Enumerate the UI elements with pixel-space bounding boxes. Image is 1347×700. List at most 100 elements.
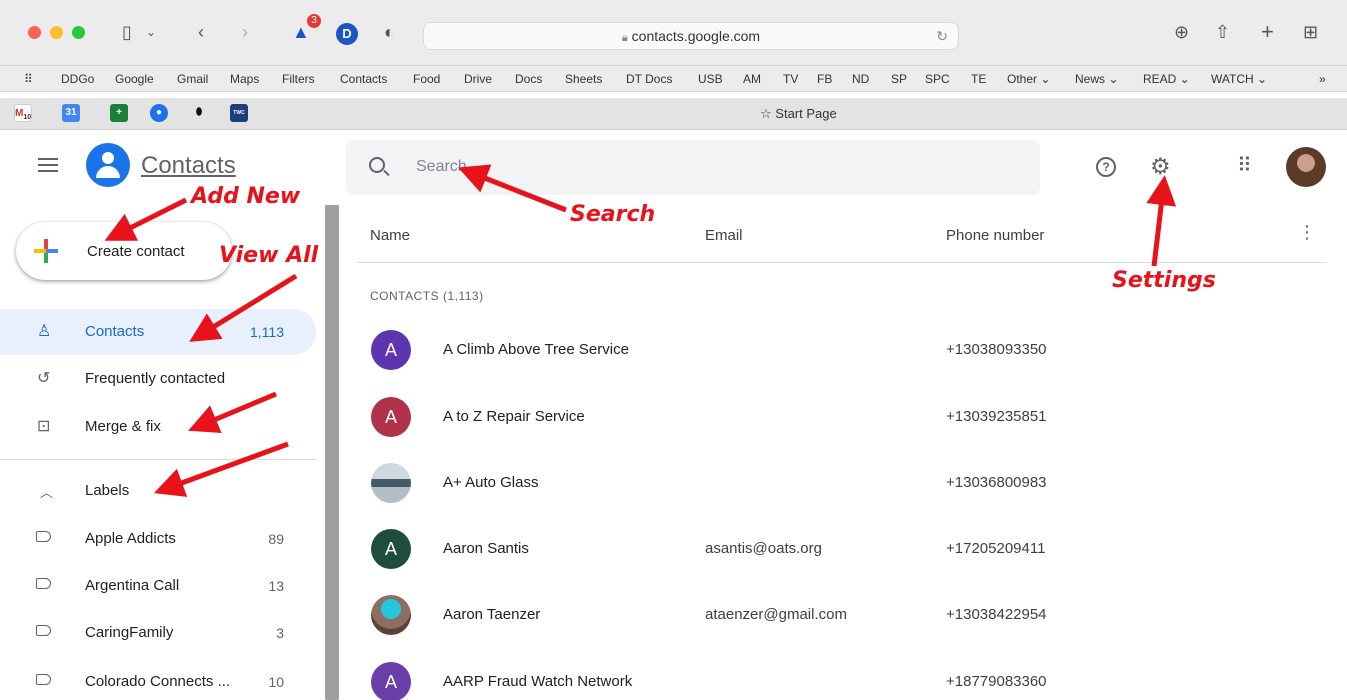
section-title: CONTACTS (1,113) <box>370 289 484 303</box>
bookmark-item[interactable]: Filters <box>282 72 315 86</box>
tab-start-page[interactable]: ☆ Start Page <box>760 106 837 122</box>
bookmark-item[interactable]: News ⌄ <box>1075 72 1118 86</box>
bookmark-item[interactable]: Google <box>115 72 154 86</box>
bookmark-item[interactable]: Drive <box>464 72 492 86</box>
pinned-tab-drop[interactable]: ⬮ <box>190 104 208 122</box>
extension-warning-icon[interactable]: ▲ <box>292 22 310 42</box>
bookmark-item[interactable]: Contacts <box>340 72 387 86</box>
new-tab-icon[interactable]: + <box>1261 21 1274 43</box>
forward-icon[interactable]: › <box>242 22 248 42</box>
bookmark-item[interactable]: Gmail <box>177 72 208 86</box>
bookmark-item[interactable]: Docs <box>515 72 542 86</box>
tab-overview-icon[interactable]: ⊞ <box>1303 22 1318 42</box>
labels-toggle[interactable]: ︿ Labels <box>0 468 316 514</box>
sidebar-item-label: Colorado Connects ... <box>85 673 231 690</box>
download-icon[interactable]: ⊕ <box>1174 22 1189 42</box>
app-title[interactable]: Contacts <box>141 152 236 180</box>
close-window-button[interactable] <box>28 26 41 39</box>
apps-grid-icon[interactable]: ⠿ <box>1237 153 1252 178</box>
bookmark-item[interactable]: TE <box>971 72 986 86</box>
sidebar-item-frequently-contacted[interactable]: ↺ Frequently contacted <box>0 356 316 402</box>
bookmark-item[interactable]: Sheets <box>565 72 602 86</box>
bookmark-item[interactable]: ND <box>852 72 869 86</box>
labels-heading: Labels <box>85 482 130 499</box>
minimize-window-button[interactable] <box>50 26 63 39</box>
bookmark-item[interactable]: AM <box>743 72 761 86</box>
back-icon[interactable]: ‹ <box>198 22 204 42</box>
contact-name: Aaron Santis <box>443 540 529 557</box>
bookmarks-overflow-icon[interactable]: » <box>1319 72 1326 86</box>
contact-phone: +13039235851 <box>946 408 1047 425</box>
profile-avatar-icon[interactable]: D <box>336 23 358 45</box>
sidebar-label-item[interactable]: Colorado Connects ... 10 <box>0 659 316 700</box>
table-row[interactable]: A A to Z Repair Service +13039235851 <box>357 384 1327 450</box>
search-box[interactable] <box>346 140 1040 195</box>
bookmark-item[interactable]: Food <box>413 72 440 86</box>
contact-avatar: A <box>371 662 411 700</box>
sidebar-item-count: 3 <box>276 625 284 641</box>
search-input[interactable] <box>416 158 1016 176</box>
pinned-tab-calendar[interactable]: 31 <box>62 104 80 122</box>
zoom-window-button[interactable] <box>72 26 85 39</box>
column-header-email: Email <box>705 227 743 244</box>
column-header-name: Name <box>370 227 411 244</box>
contact-avatar: A <box>371 397 411 437</box>
contact-email: asantis@oats.org <box>705 540 822 557</box>
contact-photo <box>371 595 411 635</box>
lock-icon: 🔒︎ <box>621 32 628 44</box>
pinned-tab-contacts[interactable]: ● <box>150 104 168 122</box>
tab-bar: M10 31 + ● ⬮ TWC <box>0 98 1347 130</box>
bookmark-item[interactable]: Maps <box>230 72 259 86</box>
bookmark-item[interactable]: READ ⌄ <box>1143 72 1190 86</box>
bookmark-item[interactable]: WATCH ⌄ <box>1211 72 1267 86</box>
bookmark-item[interactable]: SPC <box>925 72 950 86</box>
contact-name: Aaron Taenzer <box>443 606 541 623</box>
account-avatar[interactable] <box>1286 147 1326 187</box>
bookmark-item[interactable]: DDGo <box>61 72 94 86</box>
more-options-icon[interactable]: ⋮ <box>1298 222 1316 243</box>
contact-email: ataenzer@gmail.com <box>705 606 847 623</box>
bookmark-item[interactable]: USB <box>698 72 723 86</box>
pinned-tab-sheets[interactable]: + <box>110 104 128 122</box>
bookmark-item[interactable]: FB <box>817 72 832 86</box>
table-row[interactable]: A+ Auto Glass +13036800983 <box>357 450 1327 516</box>
chevron-down-icon[interactable]: ⌄ <box>146 22 156 42</box>
bookmarks-grid-icon[interactable]: ⠿ <box>24 72 33 86</box>
table-row[interactable]: Aaron Taenzer ataenzer@gmail.com +130384… <box>357 582 1327 648</box>
bookmark-item[interactable]: SP <box>891 72 907 86</box>
share-icon[interactable]: ⇧ <box>1215 22 1230 42</box>
table-row[interactable]: A AARP Fraud Watch Network +18779083360 <box>357 649 1327 700</box>
table-row[interactable]: A A Climb Above Tree Service +1303809335… <box>357 317 1327 383</box>
shield-icon[interactable]: ◐ <box>384 22 395 42</box>
pinned-tab-gmail[interactable]: M10 <box>14 104 32 122</box>
help-icon[interactable]: ? <box>1096 157 1116 177</box>
sidebar-item-merge-fix[interactable]: ⊡ Merge & fix <box>0 404 316 450</box>
bookmark-item[interactable]: Other ⌄ <box>1007 72 1050 86</box>
sidebar-label-item[interactable]: CaringFamily 3 <box>0 610 316 656</box>
bookmark-item[interactable]: DT Docs <box>626 72 672 86</box>
sidebar-item-label: Apple Addicts <box>85 530 176 547</box>
table-row[interactable]: A Aaron Santis asantis@oats.org +1720520… <box>357 516 1327 582</box>
reload-icon[interactable]: ↻ <box>936 23 948 49</box>
sidebar-label-item[interactable]: Apple Addicts 89 <box>0 516 316 562</box>
sidebar-item-contacts[interactable]: ♙ Contacts 1,113 <box>0 309 316 355</box>
address-bar[interactable]: 🔒︎ contacts.google.com ↻ <box>423 22 959 50</box>
start-page-label: Start Page <box>775 106 837 121</box>
sidebar-item-count: 10 <box>268 674 284 690</box>
chevron-up-icon: ︿ <box>40 485 54 500</box>
sidebar-label-item[interactable]: Argentina Call 13 <box>0 563 316 609</box>
contact-avatar: A <box>371 330 411 370</box>
main-menu-icon[interactable] <box>38 158 58 176</box>
merge-fix-icon: ⊡ <box>37 418 51 435</box>
pinned-tab-weather[interactable]: TWC <box>230 104 248 122</box>
sidebar-scrollbar[interactable] <box>325 205 339 700</box>
contact-phone: +13038422954 <box>946 606 1047 623</box>
contact-avatar: A <box>371 529 411 569</box>
contacts-logo-icon <box>86 143 130 187</box>
plus-icon-bar <box>34 249 58 253</box>
bookmark-item[interactable]: TV <box>783 72 798 86</box>
sidebar-toggle-icon[interactable]: ▯ <box>122 22 132 42</box>
column-header-phone: Phone number <box>946 227 1045 244</box>
gear-icon[interactable]: ⚙ <box>1150 153 1171 180</box>
search-icon[interactable] <box>369 157 385 173</box>
